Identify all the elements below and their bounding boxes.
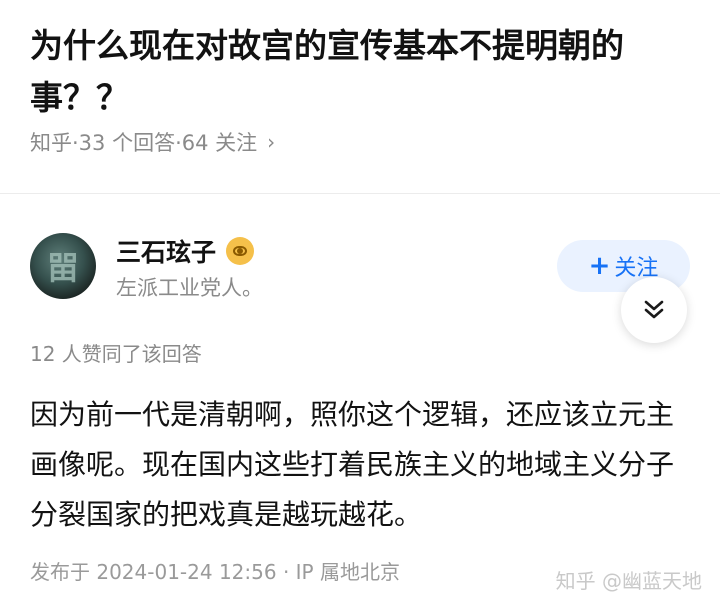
question-meta[interactable]: 知乎·33 个回答·64 关注 › — [30, 127, 275, 157]
avatar-glyph: 㽞 — [46, 249, 79, 287]
double-chevron-down-icon — [644, 300, 664, 319]
author-name[interactable]: 三石玹子 — [116, 233, 216, 269]
question-title[interactable]: 为什么现在对故宫的宣传基本不提明朝的事？？ — [30, 20, 690, 124]
upvote-count: 12 人赞同了该回答 — [30, 342, 202, 366]
author-name-row[interactable]: 三石玹子 — [116, 233, 255, 269]
chevron-right-icon: › — [267, 130, 276, 154]
divider — [0, 193, 720, 194]
plus-icon: + — [588, 251, 611, 281]
watermark: 知乎 @幽蓝天地 — [555, 569, 702, 593]
answer-content[interactable]: 因为前一代是清朝啊，照你这个逻辑，还应该立元主画像呢。现在国内这些打着民族主义的… — [30, 390, 690, 540]
creator-badge-icon — [226, 237, 255, 265]
expand-button[interactable] — [621, 277, 687, 343]
publish-info: 发布于 2024-01-24 12:56 · IP 属地北京 — [30, 560, 400, 584]
question-meta-text: 知乎·33 个回答·64 关注 — [30, 131, 258, 155]
avatar[interactable]: 㽞 — [30, 233, 96, 299]
author-bio: 左派工业党人。 — [116, 276, 263, 300]
